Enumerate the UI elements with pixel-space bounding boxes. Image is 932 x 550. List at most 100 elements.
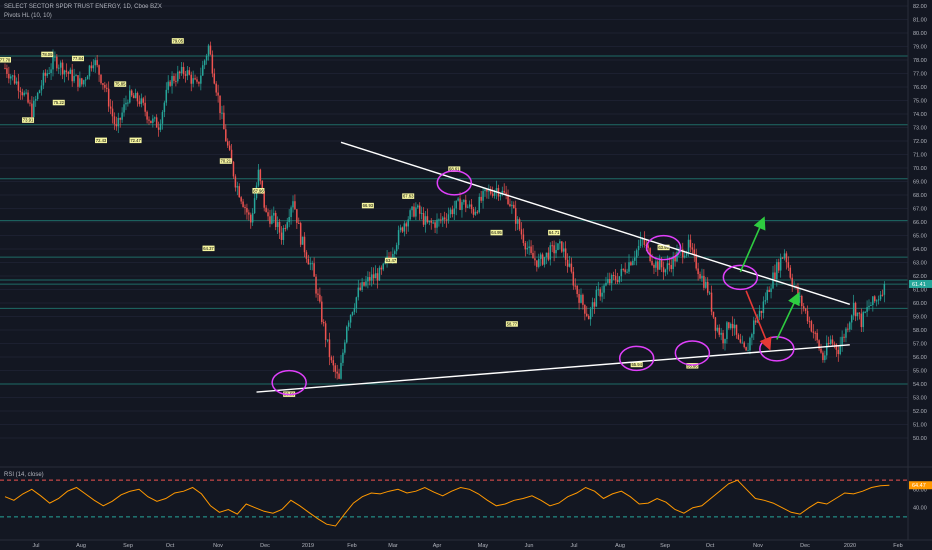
pivot-label: 75.85 xyxy=(114,81,127,87)
candle-body xyxy=(499,194,502,197)
price-chart[interactable]: 77.70 78.09 73.91 77.84 75.22 72.43 75.85 72.47… xyxy=(0,0,932,550)
candle-body xyxy=(203,60,206,66)
y-tick-label: 60.00 xyxy=(913,301,927,307)
candle-body xyxy=(436,219,438,228)
candle-body xyxy=(259,169,262,181)
candle-body xyxy=(739,339,742,343)
candle-body xyxy=(699,274,701,279)
candle-body xyxy=(520,229,523,235)
candle-body xyxy=(586,313,588,316)
candle-body xyxy=(344,342,346,353)
rsi-legend[interactable]: RSI (14, close) xyxy=(4,472,44,478)
candle-body xyxy=(253,198,256,214)
candle-body xyxy=(48,73,50,75)
candle-body xyxy=(478,196,480,213)
candle-body xyxy=(276,221,279,228)
candle-body xyxy=(319,294,321,302)
candle xyxy=(409,208,411,221)
candle-body xyxy=(367,277,369,282)
candle-body xyxy=(278,221,281,233)
y-tick-label: 57.00 xyxy=(913,342,927,348)
candle-body xyxy=(84,79,87,81)
candle-body xyxy=(766,289,768,301)
candle-body xyxy=(430,220,432,223)
candle-body xyxy=(234,176,237,188)
candle-body xyxy=(246,207,248,213)
candle-body xyxy=(595,289,598,307)
candle-body xyxy=(787,262,790,268)
candle-body xyxy=(776,262,778,280)
x-tick-label: Jul xyxy=(570,543,577,549)
candle-body xyxy=(31,103,33,117)
candle-body xyxy=(288,216,290,223)
pivot-label-text: 67.96 xyxy=(253,188,264,193)
pivot-label-text: 64.37 xyxy=(203,246,214,251)
candle-body xyxy=(240,197,242,202)
candle-body xyxy=(870,305,872,307)
candle-body xyxy=(273,213,275,216)
candle-body xyxy=(457,198,459,201)
candle-body xyxy=(781,257,784,259)
candle-body xyxy=(88,65,91,77)
pivot-label-text: 78.09 xyxy=(42,52,53,57)
candle-body xyxy=(205,55,208,61)
candle-body xyxy=(326,339,329,341)
candle-body xyxy=(858,312,861,314)
candle-body xyxy=(881,294,884,296)
candle-body xyxy=(428,220,431,223)
candle-body xyxy=(578,294,580,303)
candle-body xyxy=(271,215,273,224)
candle-body xyxy=(847,328,849,330)
candle-body xyxy=(58,67,60,69)
pivot-label-text: 79.05 xyxy=(173,38,184,43)
candle-body xyxy=(874,296,876,302)
candle-body xyxy=(639,239,642,246)
candle-body xyxy=(42,72,45,86)
candle-body xyxy=(290,207,292,217)
candle-body xyxy=(877,299,880,301)
candle-body xyxy=(561,241,563,252)
candle-body xyxy=(29,102,31,104)
candle-body xyxy=(482,191,484,201)
candle-body xyxy=(601,292,603,297)
x-tick-label: Dec xyxy=(260,543,270,549)
candle-body xyxy=(17,81,20,91)
candle-body xyxy=(134,92,137,99)
candle-body xyxy=(660,260,663,268)
candle-body xyxy=(284,227,287,229)
candle-body xyxy=(551,245,553,247)
candle-body xyxy=(132,95,135,99)
candle-body xyxy=(488,190,490,192)
candle-body xyxy=(741,342,744,344)
candle-body xyxy=(401,227,404,232)
pivot-label: 77.84 xyxy=(71,55,84,62)
candle-body xyxy=(365,281,367,286)
candle-body xyxy=(632,260,634,266)
candle-body xyxy=(868,305,870,308)
candle-body xyxy=(468,204,471,207)
candle-body xyxy=(340,362,342,379)
candle-body xyxy=(207,45,210,56)
x-tick-label: Sep xyxy=(660,543,670,549)
candle-body xyxy=(833,343,836,345)
x-tick-label: Feb xyxy=(347,543,356,549)
candle-body xyxy=(603,285,605,293)
candle-body xyxy=(463,199,465,203)
pivot-label-text: 77.70 xyxy=(0,57,11,62)
candle-body xyxy=(403,223,406,232)
candle-body xyxy=(837,349,840,355)
chart-title: SELECT SECTOR SPDR TRUST ENERGY, 1D, Cbo… xyxy=(4,4,162,10)
candle xyxy=(232,160,235,180)
candle-body xyxy=(67,72,70,74)
indicator-legend[interactable]: Pivots HL (10, 10) xyxy=(4,13,52,19)
candle-body xyxy=(405,223,408,227)
candle-body xyxy=(753,320,755,335)
candle-body xyxy=(15,81,18,84)
candle-body xyxy=(610,274,613,284)
x-tick-label: Apr xyxy=(433,543,442,549)
candle-body xyxy=(658,260,661,270)
candle-body xyxy=(130,90,133,96)
pivot-label-text: 64.95 xyxy=(491,230,502,235)
pivot-label-text: 70.21 xyxy=(221,159,232,164)
x-tick-label: Jul xyxy=(32,543,39,549)
